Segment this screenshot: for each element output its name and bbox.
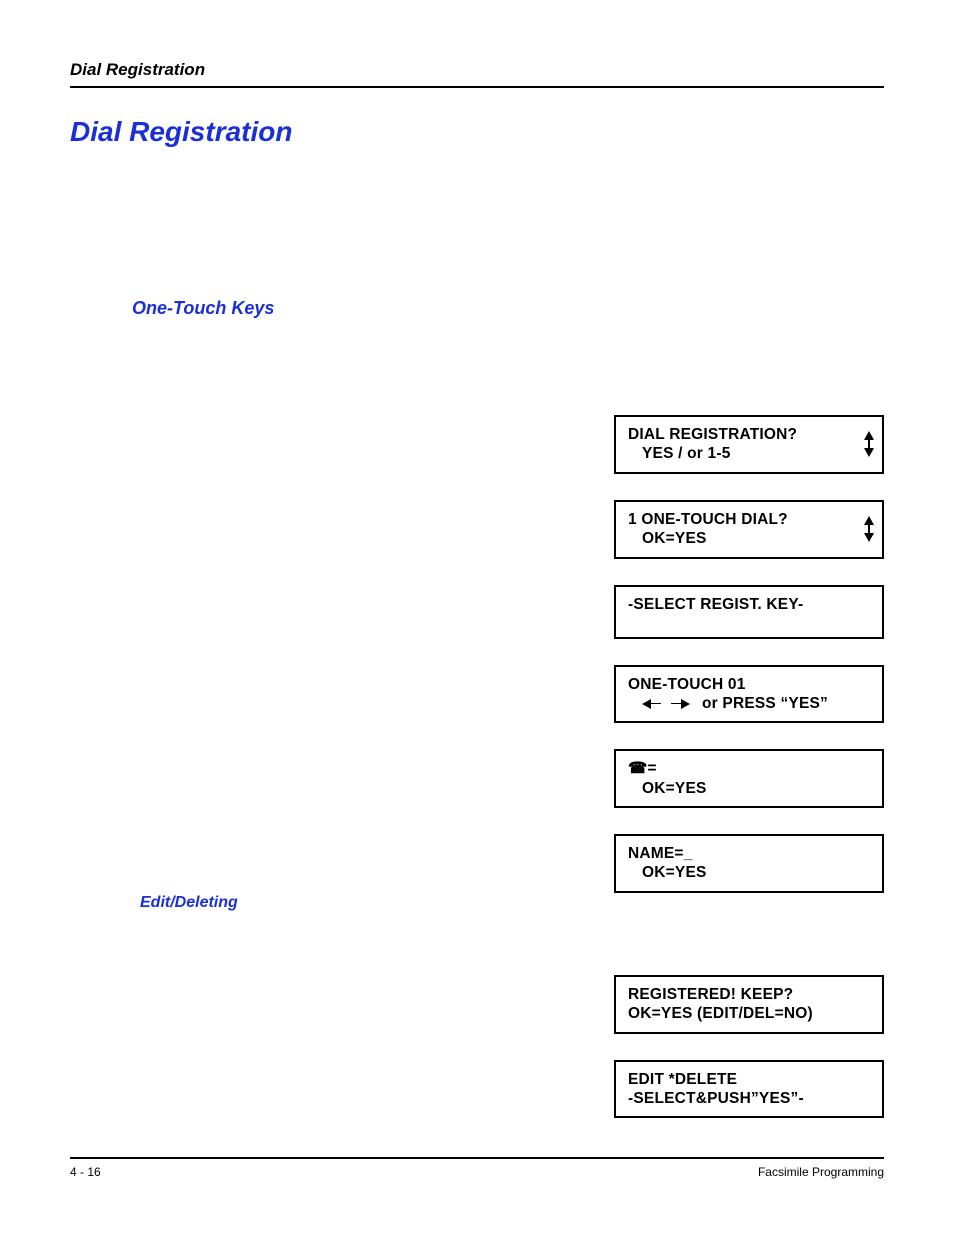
arrow-down-icon [864, 448, 874, 457]
arrow-left-icon [642, 699, 651, 709]
lcd-line2: OK=YES (EDIT/DEL=NO) [628, 1004, 872, 1023]
page-title: Dial Registration [70, 116, 884, 148]
lcd-one-touch-dial: 1 ONE-TOUCH DIAL? OK=YES [614, 500, 884, 559]
lcd-line1: NAME=_ [628, 844, 872, 863]
lcd-stack: DIAL REGISTRATION? YES / or 1-5 1 ONE-TO… [614, 415, 884, 1144]
lcd-line1: EDIT *DELETE [628, 1070, 872, 1089]
footer-section-title: Facsimile Programming [758, 1165, 884, 1179]
up-down-icon [864, 431, 874, 457]
lcd-line1: DIAL REGISTRATION? [628, 425, 872, 444]
lcd-edit-delete: EDIT *DELETE -SELECT&PUSH”YES”- [614, 1060, 884, 1119]
lcd-line1: ☎= [628, 759, 872, 778]
footer-divider [70, 1157, 884, 1159]
arrow-up-icon [864, 431, 874, 440]
section-edit-deleting: Edit/Deleting [140, 894, 954, 912]
phone-icon: ☎= [628, 759, 657, 778]
lcd-line1: 1 ONE-TOUCH DIAL? [628, 510, 872, 529]
page-number: 4 - 16 [70, 1165, 101, 1179]
header-divider [70, 86, 884, 88]
lcd-line1: ONE-TOUCH 01 [628, 675, 872, 694]
lcd-line2: OK=YES [628, 529, 872, 548]
arrow-up-icon [864, 516, 874, 525]
lcd-line1: -SELECT REGIST. KEY- [628, 595, 872, 614]
section-one-touch-keys: One-Touch Keys [132, 298, 884, 319]
arrow-right-icon [681, 699, 690, 709]
lcd-phone-entry: ☎= OK=YES [614, 749, 884, 808]
up-down-icon [864, 516, 874, 542]
lcd-line2: or PRESS “YES” [702, 694, 828, 713]
lcd-line2: YES / or 1-5 [628, 444, 872, 463]
page-footer: 4 - 16 Facsimile Programming [70, 1157, 884, 1179]
lcd-registered-keep: REGISTERED! KEEP? OK=YES (EDIT/DEL=NO) [614, 975, 884, 1034]
lcd-select-regist-key: -SELECT REGIST. KEY- [614, 585, 884, 639]
lcd-line2: -SELECT&PUSH”YES”- [628, 1089, 872, 1108]
running-header: Dial Registration [70, 60, 884, 80]
left-right-icon [642, 699, 690, 709]
lcd-dial-registration: DIAL REGISTRATION? YES / or 1-5 [614, 415, 884, 474]
arrow-down-icon [864, 533, 874, 542]
lcd-one-touch-01: ONE-TOUCH 01 or PRESS “YES” [614, 665, 884, 724]
lcd-line1: REGISTERED! KEEP? [628, 985, 872, 1004]
lcd-line2: OK=YES [628, 779, 872, 798]
